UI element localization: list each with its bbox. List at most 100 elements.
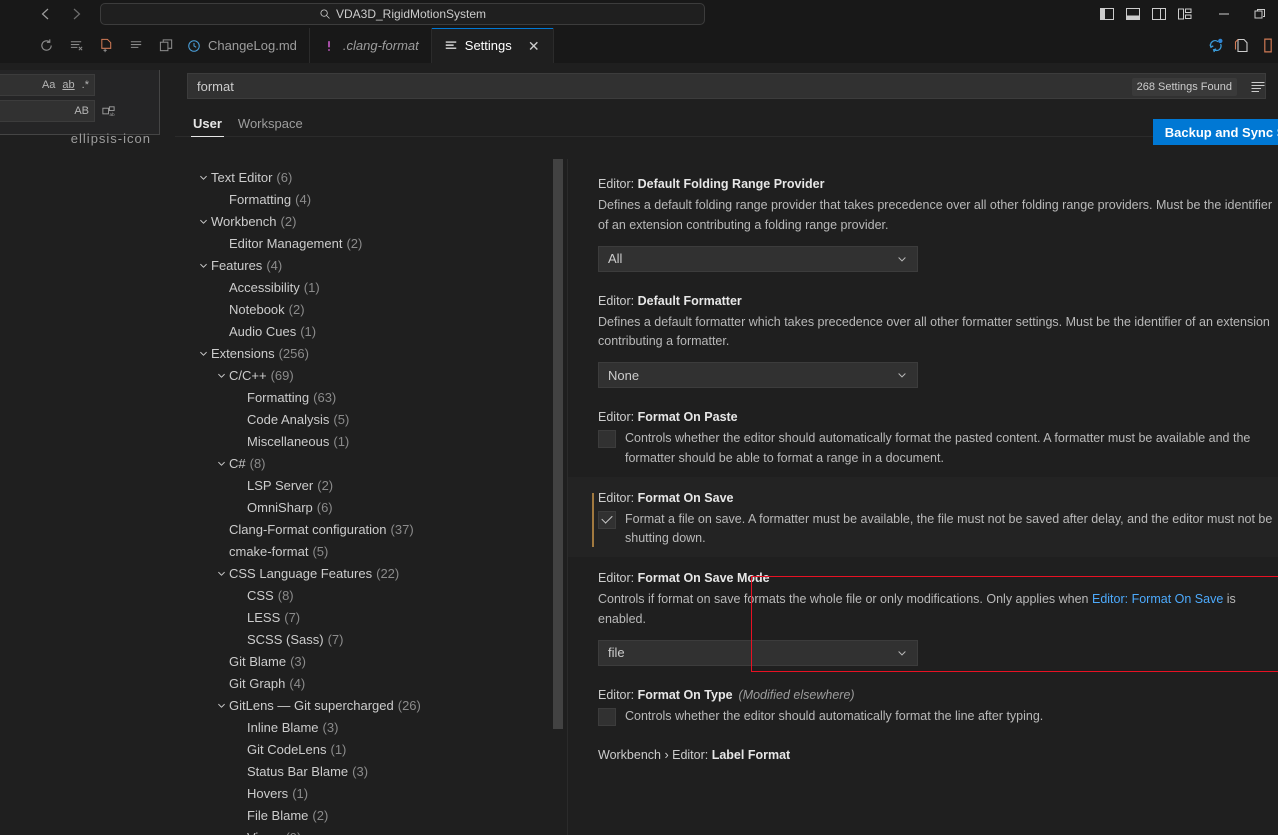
- chevron-down-icon[interactable]: [213, 458, 229, 469]
- split-editor-right-icon[interactable]: [1234, 38, 1250, 54]
- setting-checkbox[interactable]: [598, 707, 616, 726]
- settings-search-box[interactable]: format 268 Settings Found: [187, 73, 1266, 99]
- toc-item[interactable]: Formatting (4): [175, 188, 567, 210]
- toc-item[interactable]: Status Bar Blame (3): [175, 760, 567, 782]
- tab-label: ChangeLog.md: [208, 38, 297, 53]
- whole-word-icon[interactable]: ab: [62, 79, 74, 91]
- backup-and-sync-settings-button[interactable]: Backup and Sync Settings: [1152, 119, 1278, 145]
- restore-window-button[interactable]: [1242, 0, 1278, 28]
- clear-all-icon[interactable]: [68, 38, 84, 54]
- setting-item: Editor: Format On Save Mode Controls if f…: [568, 557, 1278, 674]
- chevron-down-icon[interactable]: [195, 260, 211, 271]
- regex-icon[interactable]: .*: [82, 79, 89, 91]
- setting-dropdown[interactable]: All: [598, 245, 918, 272]
- toc-item-label: Formatting: [247, 389, 310, 405]
- editor-tabs: ChangeLog.md .clang-format Settings ✕: [175, 28, 554, 63]
- ellipsis-icon[interactable]: ellipsis-icon: [71, 131, 151, 146]
- setting-dropdown[interactable]: file: [598, 639, 918, 666]
- toc-item[interactable]: Miscellaneous (1): [175, 430, 567, 452]
- toc-item[interactable]: Code Analysis (5): [175, 408, 567, 430]
- setting-item: Editor: Default Folding Range Provider De…: [568, 163, 1278, 280]
- setting-dropdown[interactable]: None: [598, 362, 918, 388]
- customize-layout-icon[interactable]: [1176, 5, 1194, 23]
- chevron-down-icon[interactable]: [213, 700, 229, 711]
- split-editor-icon[interactable]: [158, 38, 174, 54]
- replace-input[interactable]: AB: [0, 100, 95, 122]
- toc-item-count: (3): [322, 719, 339, 735]
- setting-checkbox[interactable]: [598, 430, 616, 448]
- toc-item[interactable]: Accessibility (1): [175, 276, 567, 298]
- toc-item[interactable]: Editor Management (2): [175, 232, 567, 254]
- refresh-icon[interactable]: [38, 38, 54, 54]
- chevron-down-icon[interactable]: [195, 348, 211, 359]
- chevron-down-icon[interactable]: [195, 216, 211, 227]
- toc-item[interactable]: Audio Cues (1): [175, 320, 567, 342]
- toc-item[interactable]: C/C++ (69): [175, 364, 567, 386]
- command-center[interactable]: VDA3D_RigidMotionSystem: [100, 3, 705, 25]
- toggle-panel-icon[interactable]: [1124, 5, 1142, 23]
- toc-item[interactable]: Git CodeLens (1): [175, 738, 567, 760]
- toc-item[interactable]: C# (8): [175, 452, 567, 474]
- toc-item-count: (1): [292, 785, 309, 801]
- toc-item-label: OmniSharp: [247, 499, 313, 515]
- match-case-icon[interactable]: Aa: [42, 79, 55, 91]
- more-actions-icon[interactable]: [1260, 38, 1276, 54]
- tab-user[interactable]: User: [187, 116, 228, 137]
- find-input[interactable]: Aa ab .*: [0, 74, 95, 96]
- setting-description: Defines a default formatter which takes …: [598, 314, 1270, 349]
- arrow-left-icon[interactable]: [36, 4, 56, 24]
- toc-item[interactable]: Formatting (63): [175, 386, 567, 408]
- arrow-right-icon[interactable]: [66, 4, 86, 24]
- toc-item[interactable]: Extensions (256): [175, 342, 567, 364]
- tab-changelog-md[interactable]: ChangeLog.md: [175, 28, 310, 63]
- replace-all-icon[interactable]: ab: [99, 102, 117, 120]
- toc-item[interactable]: Inline Blame (3): [175, 716, 567, 738]
- toc-item[interactable]: cmake-format (5): [175, 540, 567, 562]
- toc-item[interactable]: GitLens — Git supercharged (26): [175, 694, 567, 716]
- close-icon[interactable]: ✕: [527, 39, 541, 53]
- new-file-icon[interactable]: [98, 38, 114, 54]
- toc-item[interactable]: CSS (8): [175, 584, 567, 606]
- navigation-arrows: [36, 4, 86, 24]
- setting-name: Default Formatter: [637, 293, 742, 308]
- toc-scrollbar[interactable]: [553, 159, 563, 729]
- setting-category: Editor:: [598, 490, 638, 505]
- toc-item[interactable]: Git Graph (4): [175, 672, 567, 694]
- toc-item[interactable]: Notebook (2): [175, 298, 567, 320]
- toc-item[interactable]: LESS (7): [175, 606, 567, 628]
- find-replace-widget[interactable]: Aa ab .* AB ab ellipsis-icon: [0, 70, 160, 146]
- tab-settings[interactable]: Settings ✕: [431, 28, 554, 63]
- chevron-down-icon[interactable]: [213, 568, 229, 579]
- settings-search-input[interactable]: format: [197, 79, 234, 94]
- toc-item[interactable]: Hovers (1): [175, 782, 567, 804]
- warning-exclamation-icon: [322, 39, 336, 53]
- preserve-case-icon[interactable]: AB: [74, 105, 89, 117]
- chevron-down-icon[interactable]: [195, 172, 211, 183]
- toggle-primary-sidebar-icon[interactable]: [1098, 5, 1116, 23]
- list-icon[interactable]: [128, 38, 144, 54]
- toc-item[interactable]: LSP Server (2): [175, 474, 567, 496]
- toc-item[interactable]: Git Blame (3): [175, 650, 567, 672]
- toc-item[interactable]: Clang-Format configuration (37): [175, 518, 567, 540]
- toc-item[interactable]: OmniSharp (6): [175, 496, 567, 518]
- toc-item[interactable]: Views (9): [175, 826, 567, 835]
- toc-item-count: (37): [390, 521, 414, 537]
- minimize-window-button[interactable]: [1206, 0, 1242, 28]
- filter-icon[interactable]: [1249, 78, 1267, 96]
- toc-item[interactable]: File Blame (2): [175, 804, 567, 826]
- toc-item-label: LESS: [247, 609, 281, 625]
- sync-settings-icon[interactable]: [1208, 38, 1224, 54]
- chevron-down-icon[interactable]: [213, 370, 229, 381]
- toc-item[interactable]: Text Editor (6): [175, 166, 567, 188]
- toggle-secondary-sidebar-icon[interactable]: [1150, 5, 1168, 23]
- toc-item-label: GitLens — Git supercharged: [229, 697, 394, 713]
- setting-checkbox[interactable]: [598, 510, 616, 529]
- toc-item[interactable]: CSS Language Features (22): [175, 562, 567, 584]
- toc-item-count: (3): [290, 653, 306, 669]
- tab-clang-format[interactable]: .clang-format: [309, 28, 432, 63]
- toc-item[interactable]: Workbench (2): [175, 210, 567, 232]
- tab-workspace[interactable]: Workspace: [232, 116, 309, 136]
- toc-item[interactable]: SCSS (Sass) (7): [175, 628, 567, 650]
- toc-item[interactable]: Features (4): [175, 254, 567, 276]
- setting-link[interactable]: Editor: Format On Save: [1092, 592, 1223, 606]
